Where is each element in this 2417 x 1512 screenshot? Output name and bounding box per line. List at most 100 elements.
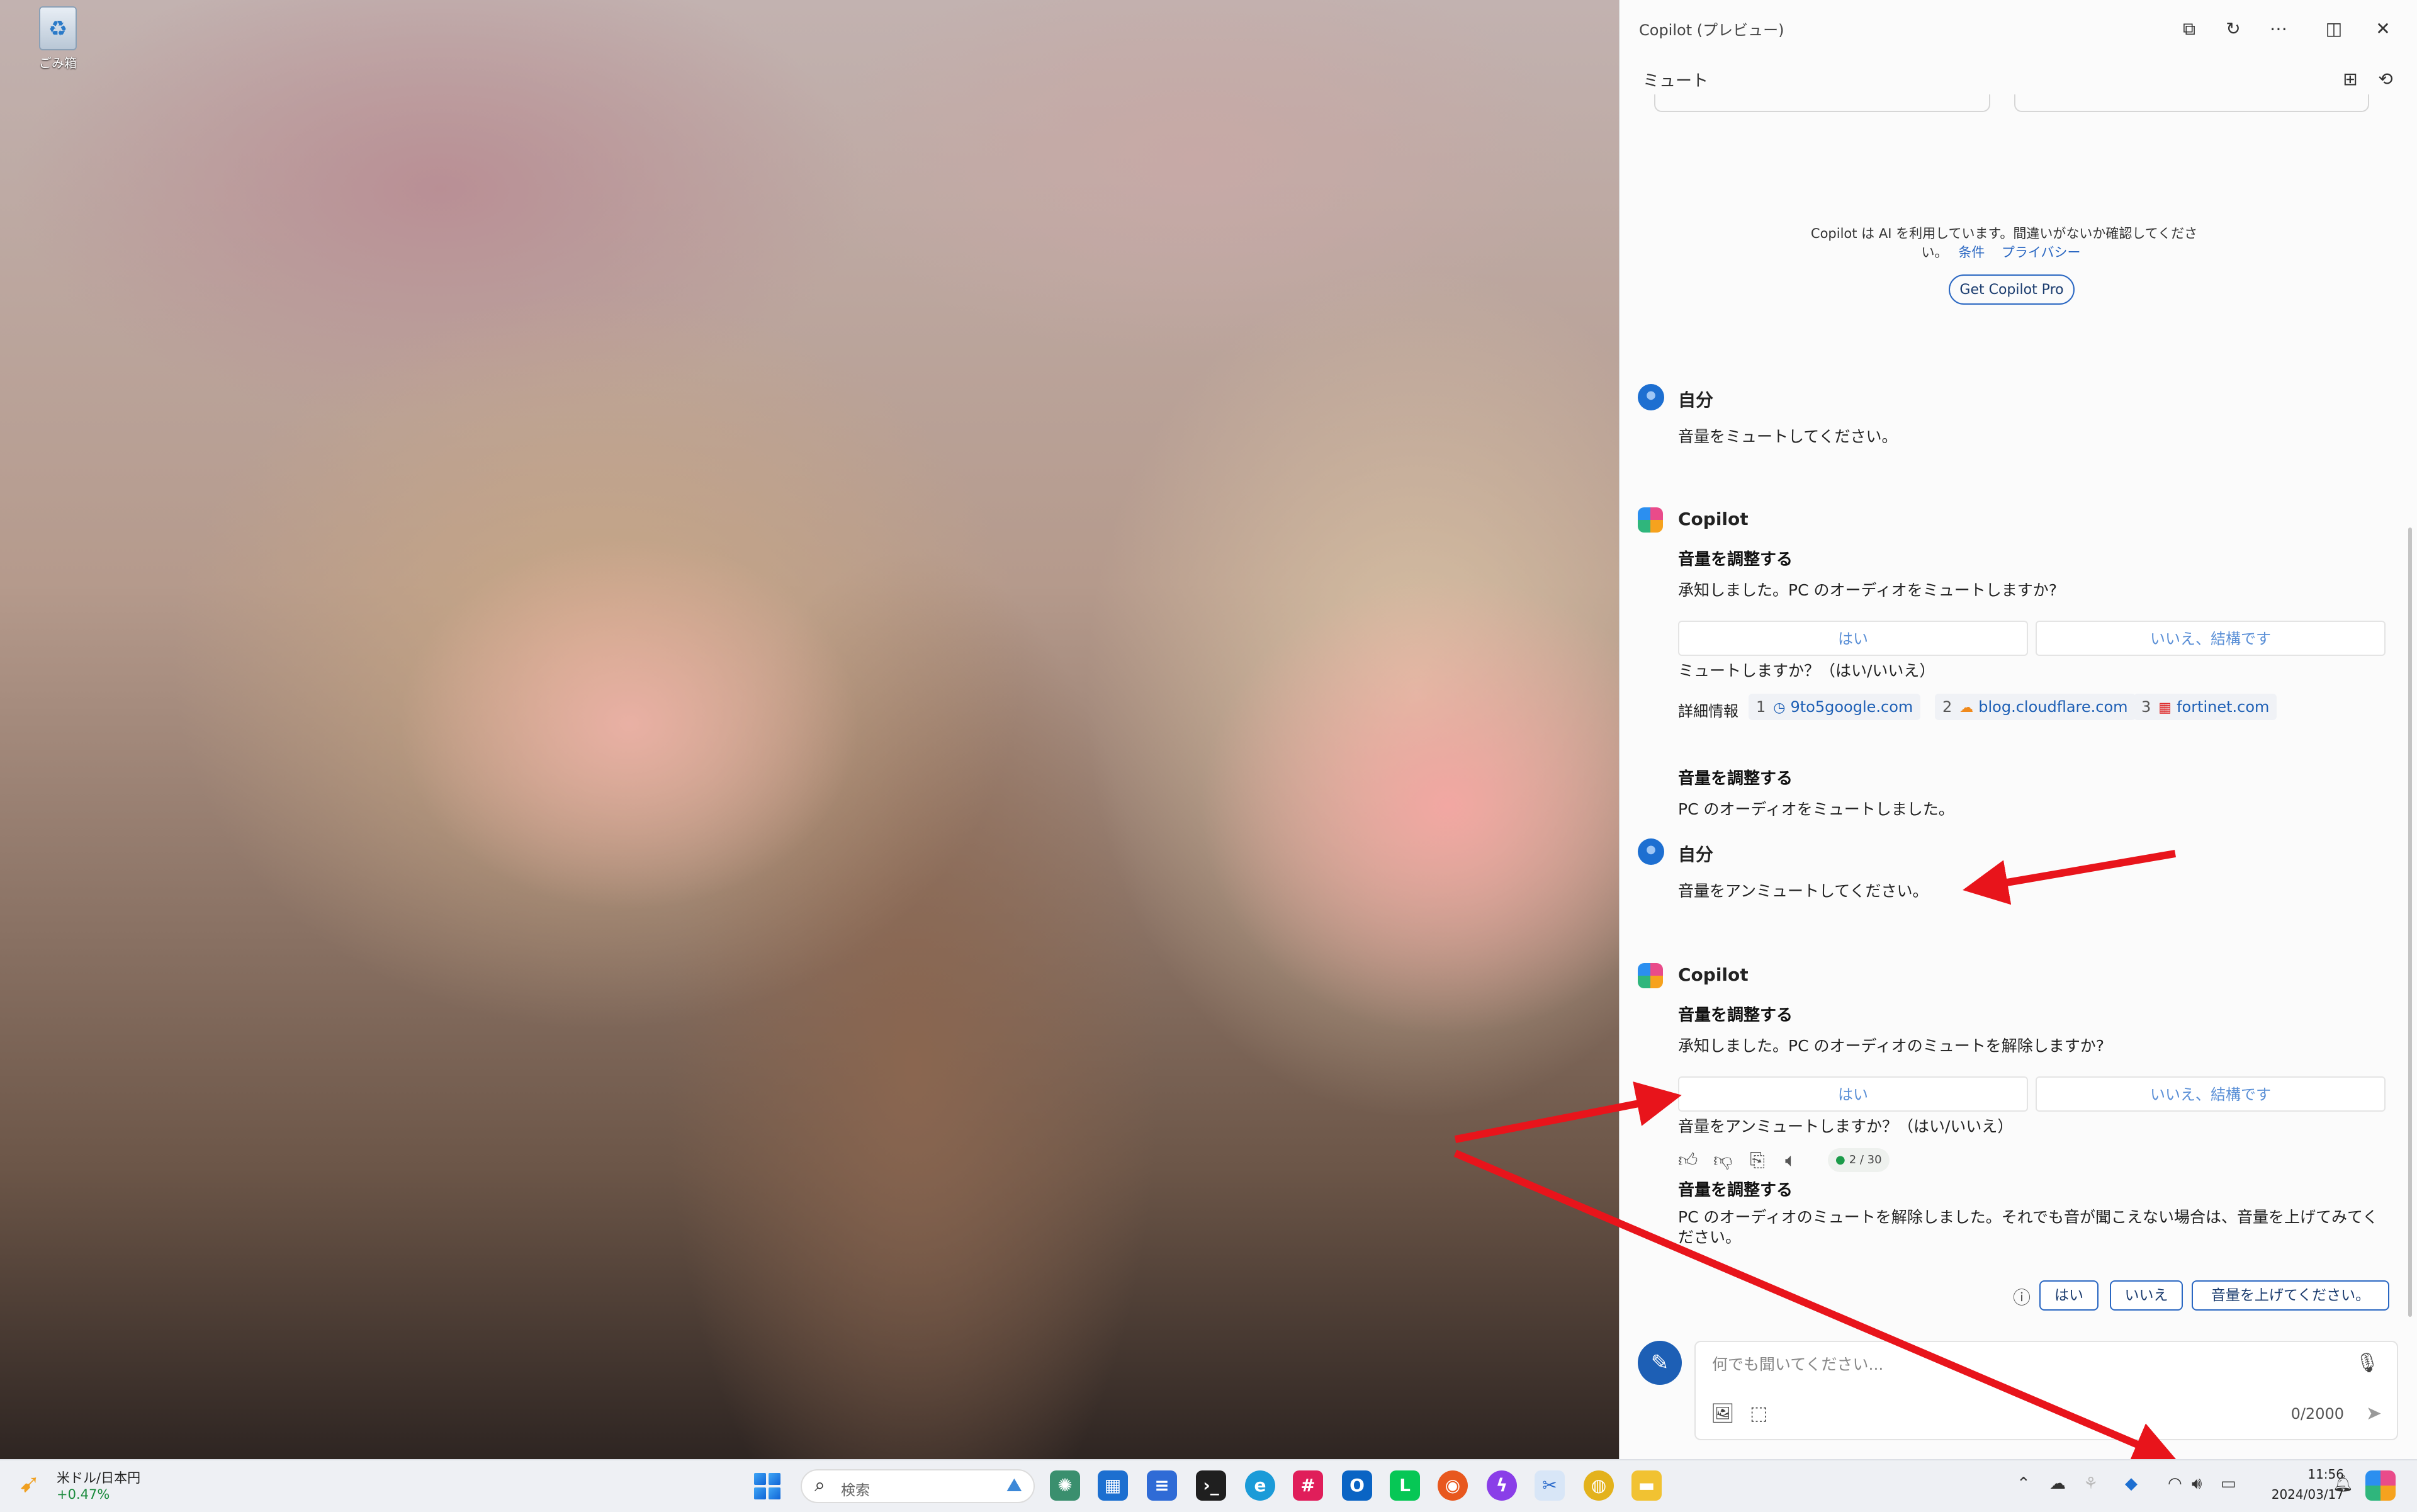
calendar-app-icon[interactable]: ▦ <box>1098 1470 1128 1501</box>
source-link-1[interactable]: 1 ◷ 9to5google.com <box>1749 694 1921 720</box>
copilot-logo-icon <box>1638 507 1663 533</box>
read-aloud-icon[interactable]: 🔈︎ <box>1785 1149 1796 1171</box>
market-widget-label[interactable]: 米ドル/日本円 <box>57 1468 140 1487</box>
source-site: blog.cloudflare.com <box>1978 698 2128 716</box>
close-icon[interactable]: ✕ <box>2368 14 2398 44</box>
add-image-icon[interactable]: 🖼︎ <box>1711 1402 1735 1425</box>
privacy-link[interactable]: プライバシー <box>2002 245 2081 260</box>
clock-date[interactable]: 2024/03/17 <box>2250 1487 2344 1502</box>
card-heading: 音量を調整する <box>1678 1181 1793 1200</box>
scrollbar[interactable] <box>2408 528 2412 1317</box>
edge-app-icon[interactable]: e <box>1245 1470 1275 1501</box>
yes-button[interactable]: はい <box>1678 1076 2028 1112</box>
terms-link[interactable]: 条件 <box>1958 245 1985 260</box>
app-title: Copilot (プレビュー) <box>1639 21 1784 39</box>
speaker-name: Copilot <box>1678 509 1749 529</box>
card-heading: 音量を調整する <box>1678 769 1793 788</box>
copy-icon[interactable]: ⎘ <box>1750 1149 1765 1171</box>
market-widget-value: +0.47% <box>57 1487 110 1502</box>
get-copilot-pro-button[interactable]: Get Copilot Pro <box>1949 274 2075 305</box>
microphone-icon[interactable]: 🎙︎ <box>2355 1352 2379 1374</box>
tray-app-icon[interactable]: ⚘ <box>2083 1474 2098 1493</box>
yes-button[interactable]: はい <box>1678 621 2028 656</box>
confirm-prompt: ミュートしますか？（はい/いいえ） <box>1678 662 1935 680</box>
fortinet-icon: ▦ <box>2158 700 2172 716</box>
turn-counter-text: 2 / 30 <box>1849 1153 1882 1166</box>
screenshot-icon[interactable]: ⬚ <box>1750 1402 1767 1425</box>
confirm-prompt: 音量をアンミュートしますか？（はい/いいえ） <box>1678 1117 2014 1136</box>
wifi-icon[interactable]: ◠ <box>2168 1474 2182 1493</box>
docs-app-icon[interactable]: ≡ <box>1147 1470 1177 1501</box>
no-thanks-button[interactable]: いいえ、結構です <box>2036 621 2386 656</box>
slack-app-icon[interactable]: # <box>1293 1470 1323 1501</box>
status-dot-icon: ● <box>1835 1153 1845 1166</box>
chat-composer: 🎙︎ 🖼︎ ⬚ 0/2000 ➤ <box>1694 1341 2398 1440</box>
chatgpt-app-icon[interactable]: ✺ <box>1050 1470 1080 1501</box>
source-link-3[interactable]: 3 ▦ fortinet.com <box>2134 694 2277 720</box>
ai-disclaimer: Copilot は AI を利用しています。間違いがないか確認してください。 条… <box>1809 224 2199 262</box>
suggestion-chip[interactable]: はい <box>2039 1280 2099 1311</box>
messenger-app-icon[interactable]: ϟ <box>1487 1470 1517 1501</box>
taskbar: ➹ 米ドル/日本円 +0.47% ⌕ 検索 ⛰ ✺ ▦ ≡ ›_ e # O L… <box>0 1459 2417 1512</box>
recycle-bin-icon <box>39 6 77 50</box>
copilot-taskbar-icon[interactable] <box>2365 1470 2396 1501</box>
onedrive-icon[interactable]: ☁ <box>2049 1474 2066 1493</box>
character-count: 0/2000 <box>2290 1405 2344 1423</box>
user-avatar <box>1638 384 1664 410</box>
source-number: 3 <box>2141 698 2151 716</box>
volume-icon[interactable]: 🔊︎ <box>2192 1474 2202 1494</box>
source-site: fortinet.com <box>2177 698 2270 716</box>
refresh-icon[interactable]: ↻ <box>2218 14 2248 44</box>
cloudflare-icon: ☁ <box>1959 700 1974 716</box>
desktop-wallpaper: ごみ箱 <box>0 0 1619 1459</box>
history-icon[interactable]: ⟲ <box>2372 65 2399 93</box>
file-explorer-icon[interactable]: ▬ <box>1631 1470 1662 1501</box>
copilot-panel: Copilot (プレビュー) ⧉ ↻ ⋯ ◫ ✕ ミュート ⊞ ⟲ Copil… <box>1619 0 2417 1459</box>
no-thanks-button[interactable]: いいえ、結構です <box>2036 1076 2386 1112</box>
tray-app-icon[interactable]: ◆ <box>2125 1474 2138 1493</box>
send-icon[interactable]: ➤ <box>2366 1402 2382 1425</box>
suggestion-chip[interactable]: いいえ <box>2110 1280 2183 1311</box>
dock-panel-icon[interactable]: ◫ <box>2319 14 2349 44</box>
chat-input[interactable] <box>1711 1355 2280 1374</box>
search-icon: ⌕ <box>814 1474 825 1496</box>
thumbs-down-icon[interactable]: 👎︎ <box>1713 1149 1732 1172</box>
card-heading: 音量を調整する <box>1678 1006 1793 1025</box>
notification-bell-icon[interactable]: 🔔︎ <box>2333 1474 2353 1493</box>
plugins-icon[interactable]: ⊞ <box>2336 65 2364 93</box>
globe-icon: ◷ <box>1773 700 1786 716</box>
copilot-message: PC のオーディオをミュートしました。 <box>1678 800 1954 818</box>
copilot-message: PC のオーディオのミュートを解除しました。それでも音が聞こえない場合は、音量を… <box>1678 1208 2379 1246</box>
scrolled-card-left <box>1654 94 1990 112</box>
taskbar-search[interactable]: ⌕ 検索 ⛰ <box>801 1469 1035 1503</box>
chrome-app-icon[interactable]: ◍ <box>1584 1470 1614 1501</box>
search-highlight-icon: ⛰ <box>1006 1474 1022 1496</box>
user-message: 音量をミュートしてください。 <box>1678 427 1898 446</box>
terminal-app-icon[interactable]: ›_ <box>1196 1470 1226 1501</box>
more-options-icon[interactable]: ⋯ <box>2263 14 2294 44</box>
market-widget-icon[interactable]: ➹ <box>19 1469 40 1498</box>
battery-icon[interactable]: ▭ <box>2221 1474 2236 1493</box>
copilot-message: 承知しました。PC のオーディオのミュートを解除しますか? <box>1678 1037 2104 1055</box>
conversation-title: ミュート <box>1643 72 1709 91</box>
outlook-app-icon[interactable]: O <box>1342 1470 1372 1501</box>
search-placeholder: 検索 <box>841 1482 870 1499</box>
recycle-bin-shortcut[interactable]: ごみ箱 <box>33 6 83 71</box>
firefox-app-icon[interactable]: ◉ <box>1438 1470 1468 1501</box>
suggestion-chip[interactable]: 音量を上げてください。 <box>2192 1280 2389 1311</box>
new-topic-button[interactable]: ✎ <box>1638 1341 1682 1385</box>
start-button[interactable] <box>754 1473 780 1499</box>
card-heading: 音量を調整する <box>1678 550 1793 569</box>
thumbs-up-icon[interactable]: 👍︎ <box>1678 1149 1698 1172</box>
recycle-bin-label: ごみ箱 <box>39 55 77 71</box>
source-number: 2 <box>1942 698 1952 716</box>
user-message: 音量をアンミュートしてください。 <box>1678 882 1929 900</box>
help-icon[interactable]: ⓘ <box>2013 1284 2031 1309</box>
speaker-name: 自分 <box>1678 390 1714 410</box>
snipping-tool-icon[interactable]: ✂ <box>1535 1470 1565 1501</box>
source-link-2[interactable]: 2 ☁ blog.cloudflare.com <box>1935 694 2136 720</box>
turn-counter: ● 2 / 30 <box>1828 1148 1890 1172</box>
show-hidden-icons-icon[interactable]: ⌃ <box>2017 1474 2031 1493</box>
open-in-new-icon[interactable]: ⧉ <box>2174 14 2204 44</box>
line-app-icon[interactable]: L <box>1390 1470 1420 1501</box>
